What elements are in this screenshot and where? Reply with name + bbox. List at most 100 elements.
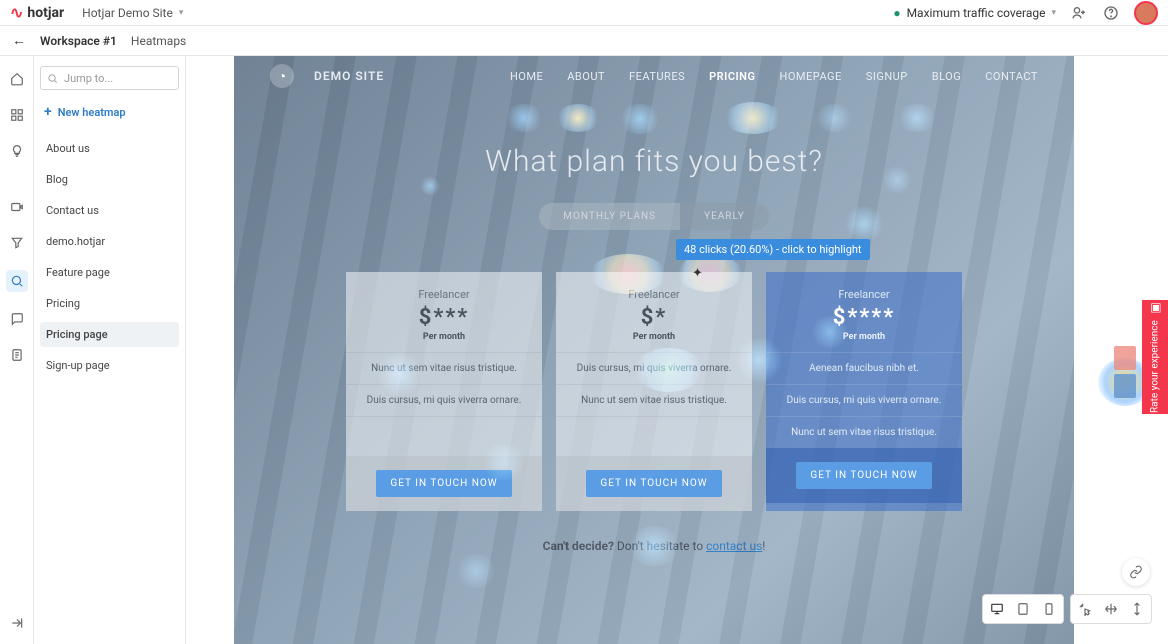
site-logo-icon: ◔	[270, 64, 294, 88]
tier-label: Freelancer	[354, 288, 534, 301]
feature-text: Duis cursus, mi quis viverra ornare.	[556, 352, 752, 384]
feature-text: Nunc ut sem vitae risus tristique.	[346, 352, 542, 384]
heatmap-item[interactable]: demo.hotjar	[40, 229, 179, 254]
site-nav-item[interactable]: ABOUT	[567, 70, 605, 83]
pricing-card: Freelancer $*** Per month Nunc ut sem vitae…	[346, 272, 542, 511]
toggle-monthly[interactable]: MONTHLY PLANS	[539, 203, 680, 230]
back-arrow-icon[interactable]: ←	[12, 32, 26, 49]
site-selector[interactable]: Hotjar Demo Site ▾	[82, 6, 183, 20]
heatmap-canvas: ◔ DEMO SITE HOME ABOUT FEATURES PRICING HOME…	[186, 56, 1168, 644]
bulb-icon[interactable]	[8, 142, 26, 160]
decide-rest: Don't hesitate to	[614, 539, 706, 553]
tablet-icon[interactable]	[1013, 599, 1033, 619]
feedback-icon[interactable]	[8, 310, 26, 328]
flame-icon: ∿	[10, 3, 23, 22]
pricing-cards: Freelancer $*** Per month Nunc ut sem vitae…	[234, 272, 1074, 511]
period-label: Per month	[774, 332, 954, 342]
heatmap-item[interactable]: Blog	[40, 167, 179, 192]
brand-logo[interactable]: ∿ hotjar	[10, 3, 64, 22]
tier-label: Freelancer	[774, 288, 954, 301]
user-avatar[interactable]	[1134, 1, 1158, 25]
site-nav-item[interactable]: HOME	[510, 70, 543, 83]
scroll-icon[interactable]	[1127, 599, 1147, 619]
cta-button[interactable]: GET IN TOUCH NOW	[586, 470, 721, 497]
feature-text: Nunc ut sem vitae risus tristique.	[556, 384, 752, 416]
search-input[interactable]: Jump to...	[40, 66, 179, 90]
price-label: $*	[564, 305, 744, 330]
brand-text: hotjar	[27, 5, 64, 21]
share-link-button[interactable]	[1122, 558, 1150, 586]
decide-q: Can't decide?	[543, 539, 614, 553]
billing-toggle[interactable]: MONTHLY PLANS YEARLY	[539, 203, 768, 230]
heatmap-item[interactable]: Contact us	[40, 198, 179, 223]
search-icon	[47, 73, 58, 84]
traffic-dropdown[interactable]: ● Maximum traffic coverage ▾	[893, 6, 1056, 20]
heatmap-item[interactable]: About us	[40, 136, 179, 161]
move-icon[interactable]	[1101, 599, 1121, 619]
recordings-icon[interactable]	[8, 198, 26, 216]
widget-emoji[interactable]	[1114, 346, 1136, 370]
heatmap-item[interactable]: Feature page	[40, 260, 179, 285]
chevron-down-icon: ▾	[179, 8, 184, 18]
nav-rail	[0, 56, 34, 644]
collapse-icon[interactable]	[8, 614, 26, 632]
cta-button[interactable]: GET IN TOUCH NOW	[376, 470, 511, 497]
decide-tail: !	[762, 539, 765, 553]
home-icon[interactable]	[8, 70, 26, 88]
click-icon[interactable]	[1075, 599, 1095, 619]
rate-experience-button[interactable]: Rate your experience ▣	[1142, 300, 1168, 414]
feature-text: Nunc ut sem vitae risus tristique.	[766, 416, 962, 448]
feature-text: Duis cursus, mi quis viverra ornare.	[346, 384, 542, 416]
pricing-card: Freelancer $* Per month Duis cursus, mi qui…	[556, 272, 752, 511]
funnel-icon[interactable]	[8, 234, 26, 252]
top-bar: ∿ hotjar Hotjar Demo Site ▾ ● Maximum tr…	[0, 0, 1168, 26]
cta-button[interactable]: GET IN TOUCH NOW	[796, 462, 931, 489]
mobile-icon[interactable]	[1039, 599, 1059, 619]
site-nav-item[interactable]: SIGNUP	[866, 70, 908, 83]
price-label: $***	[354, 305, 534, 330]
dashboard-icon[interactable]	[8, 106, 26, 124]
heatmap-item[interactable]: Pricing page	[40, 322, 179, 347]
site-title: DEMO SITE	[314, 69, 384, 83]
plus-icon: +	[44, 104, 52, 120]
widget-screenshot[interactable]	[1114, 374, 1136, 398]
heatmap-item[interactable]: Sign-up page	[40, 353, 179, 378]
heatmap-item[interactable]: Pricing	[40, 291, 179, 316]
new-heatmap-label: New heatmap	[58, 106, 126, 119]
heatmap-sidebar: Jump to... + New heatmap About us Blog Con…	[34, 56, 186, 644]
tier-label: Freelancer	[564, 288, 744, 301]
rate-label: Rate your experience	[1150, 321, 1161, 414]
new-heatmap-button[interactable]: + New heatmap	[44, 104, 175, 120]
click-tooltip[interactable]: 48 clicks (20.60%) - click to highlight	[676, 239, 870, 260]
cursor-icon: ✦	[692, 266, 703, 281]
surveys-icon[interactable]	[8, 346, 26, 364]
contact-link[interactable]: contact us	[706, 539, 762, 553]
decide-text: Can't decide? Don't hesitate to contact …	[234, 539, 1074, 553]
period-label: Per month	[564, 332, 744, 342]
add-user-icon[interactable]	[1070, 4, 1088, 22]
help-icon[interactable]	[1102, 4, 1120, 22]
site-name: Hotjar Demo Site	[82, 6, 173, 20]
feature-text: Aenean faucibus nibh et.	[766, 352, 962, 384]
chevron-down-icon: ▾	[1051, 8, 1056, 18]
site-nav-item[interactable]: BLOG	[932, 70, 962, 83]
heatmaps-icon[interactable]	[6, 270, 28, 292]
toggle-yearly[interactable]: YEARLY	[680, 203, 769, 230]
heatmap-list: About us Blog Contact us demo.hotjar Feature…	[40, 136, 179, 378]
site-nav-item[interactable]: FEATURES	[629, 70, 685, 83]
check-circle-icon: ●	[893, 6, 900, 20]
period-label: Per month	[354, 332, 534, 342]
search-placeholder: Jump to...	[64, 72, 113, 85]
site-nav-item[interactable]: CONTACT	[985, 70, 1038, 83]
traffic-label: Maximum traffic coverage	[907, 6, 1046, 20]
feedback-widgets	[1114, 346, 1142, 402]
pricing-card: Freelancer$****Per monthAenean faucibus …	[766, 272, 962, 511]
site-nav-item[interactable]: HOMEPAGE	[779, 70, 841, 83]
hero-heading: What plan fits you best?	[234, 144, 1074, 179]
workspace-name[interactable]: Workspace #1	[40, 34, 117, 48]
device-toolbar	[982, 594, 1152, 624]
desktop-icon[interactable]	[987, 599, 1007, 619]
chat-icon: ▣	[1148, 301, 1162, 315]
site-nav-item[interactable]: PRICING	[709, 70, 755, 83]
breadcrumb-bar: ← Workspace #1 Heatmaps	[0, 26, 1168, 56]
